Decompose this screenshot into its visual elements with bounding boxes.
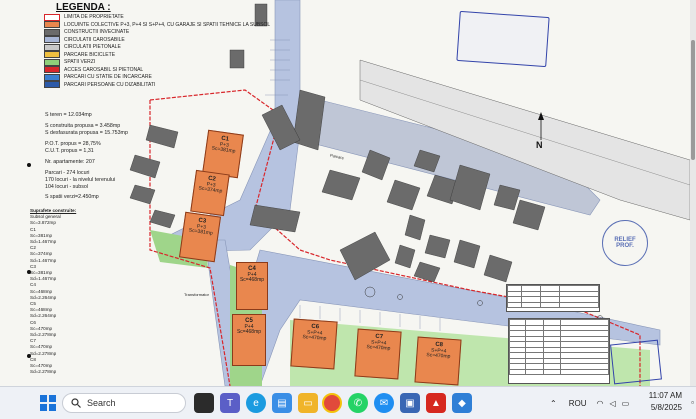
legend-item: PARCARE BICICLETE — [44, 51, 264, 58]
legend-item: CIRCULATII PIETONALE — [44, 43, 264, 51]
legend-swatch — [44, 36, 60, 43]
stat-cut: C.U.T. propus = 1,31 — [45, 148, 94, 154]
chrome-icon[interactable] — [322, 393, 342, 413]
stat-parcari-subsol: 104 locuri - subsol — [45, 184, 88, 190]
stat-spatii-verzi: S spatii verzi=2.450mp — [45, 194, 99, 200]
building-c3: C3 P+3 Sc=381mp — [178, 211, 222, 263]
site-plan-page: N LEGENDA : LIMITA DE PROPRIETATE LOCUINT… — [0, 0, 690, 386]
building-c4: C4 P+4 Sc=468mp — [236, 262, 268, 310]
stat-apartamente: Nr. apartamente: 207 — [45, 159, 95, 165]
taskbar: Search T e ▤ ▭ ✆ ✉ ▣ ▲ ◆ ⌃ ROU ◠ ◁ ▭ 11:… — [0, 386, 696, 419]
photos-icon[interactable]: ◆ — [452, 393, 472, 413]
legend-swatch — [44, 28, 60, 36]
clock[interactable]: 11:07 AM 5/8/2025 — [649, 390, 682, 414]
legend-label: ACCES CAROSABIL SI PIETONAL — [64, 66, 144, 73]
search-box[interactable]: Search — [62, 393, 186, 413]
building-c7: C7 S+P+4 Sc=470mp — [354, 328, 402, 380]
legend-item: PARCARI PERSOANE CU DIZABILITATI — [44, 81, 264, 88]
legend-swatch — [44, 66, 60, 73]
legend-item: PARCARI CU STATIE DE INCARCARE — [44, 73, 264, 81]
legend-label: PARCARI PERSOANE CU DIZABILITATI — [64, 81, 156, 88]
legend-swatch — [44, 43, 60, 51]
language-indicator[interactable]: ROU — [569, 399, 587, 408]
legend-label: CIRCULATII PIETONALE — [64, 44, 121, 50]
clock-date: 5/8/2025 — [650, 403, 682, 412]
chevron-up-icon[interactable]: ⌃ — [550, 399, 557, 408]
battery-icon[interactable]: ▭ — [622, 399, 630, 408]
stat-construita: S construita propusa = 3.458mp — [45, 123, 121, 129]
legend-swatch — [44, 81, 60, 88]
site-statistics: S teren = 12.034mp S construita propusa … — [45, 112, 128, 201]
volume-icon[interactable]: ◁ — [609, 399, 615, 408]
legend-label: PARCARI CU STATIE DE INCARCARE — [64, 74, 152, 80]
legend-label: PARCARE BICICLETE — [64, 51, 116, 58]
legend-swatch — [44, 13, 60, 21]
notification-icon[interactable]: ▫ — [691, 398, 694, 407]
building-c8: C8 S+P+4 Sc=470mp — [414, 336, 462, 386]
file-explorer-icon[interactable]: ▭ — [298, 393, 318, 413]
surface-line: Sd=2.278mp — [30, 369, 57, 375]
legend-swatch — [44, 73, 60, 81]
north-label: N — [536, 140, 543, 150]
surfaces-list: Suprafete construite: Subsol general Sc=3… — [30, 208, 76, 375]
stat-desfasurata: S desfasurata propusa = 15.753mp — [45, 130, 128, 136]
legend-label: CIRCULATII CAROSABILE — [64, 36, 125, 43]
legend-swatch — [44, 21, 60, 28]
summary-table-bottom — [508, 318, 610, 384]
search-placeholder: Search — [87, 398, 116, 408]
vertical-scrollbar[interactable] — [690, 0, 696, 386]
legend-item: CONSTRUCTII INVECINATE — [44, 28, 264, 36]
legend-swatch — [44, 58, 60, 66]
task-view-icon[interactable] — [194, 393, 214, 413]
pdf-icon[interactable]: ▲ — [426, 393, 446, 413]
building-c2: C2 P+3 Sc=374mp — [190, 169, 230, 217]
legend-title: LEGENDA : — [56, 2, 111, 13]
building-c5: C5 P+4 Sc=468mp — [232, 314, 266, 366]
search-icon — [71, 398, 81, 408]
legend-item: LOCUINTE COLECTIVE P+3, P+4 SI S+P+4, CU… — [44, 21, 270, 28]
stat-pot: P.O.T. propus = 28,75% — [45, 141, 101, 147]
stat-parcari-teren: 170 locuri - la nivelul terenului — [45, 177, 116, 183]
document-viewer: N LEGENDA : LIMITA DE PROPRIETATE LOCUINT… — [0, 0, 696, 386]
store-icon[interactable]: ▤ — [272, 393, 292, 413]
clock-time: 11:07 AM — [648, 391, 682, 400]
start-button[interactable] — [38, 393, 58, 413]
legend-item: LIMITA DE PROPRIETATE — [44, 13, 264, 21]
messenger-icon[interactable]: ✉ — [374, 393, 394, 413]
legend-item: SPATII VERZI — [44, 58, 264, 66]
whatsapp-icon[interactable]: ✆ — [348, 393, 368, 413]
building-c6: C6 S+P+4 Sc=470mp — [290, 318, 338, 370]
legend-item: ACCES CAROSABIL SI PIETONAL — [44, 66, 264, 73]
teams-icon[interactable]: T — [220, 393, 240, 413]
system-tray: ⌃ ROU ◠ ◁ ▭ — [550, 387, 629, 419]
legend-label: CONSTRUCTII INVECINATE — [64, 29, 130, 35]
legend-label: SPATII VERZI — [64, 59, 96, 65]
legend-swatch — [44, 51, 60, 58]
wifi-icon[interactable]: ◠ — [596, 399, 603, 408]
app-icon[interactable]: ▣ — [400, 393, 420, 413]
legend-label: LIMITA DE PROPRIETATE — [64, 14, 124, 20]
windows-icon — [40, 395, 56, 411]
summary-table-top — [506, 284, 600, 312]
legend-item: CIRCULATII CAROSABILE — [44, 36, 264, 43]
official-stamp — [610, 339, 662, 385]
transformator-label: Transformator — [184, 292, 209, 297]
edge-icon[interactable]: e — [246, 393, 266, 413]
scrollbar-thumb[interactable] — [691, 40, 695, 160]
stat-teren: S teren = 12.034mp — [45, 112, 92, 118]
relief-stamp: RELIEF PROF. — [602, 220, 648, 266]
stat-parcari: Parcari - 274 locuri — [45, 170, 90, 176]
legend-label: LOCUINTE COLECTIVE P+3, P+4 SI S+P+4, CU… — [64, 21, 271, 28]
legend: LEGENDA : LIMITA DE PROPRIETATE LOCUINTE … — [44, 2, 270, 88]
approval-stamp — [456, 10, 550, 68]
